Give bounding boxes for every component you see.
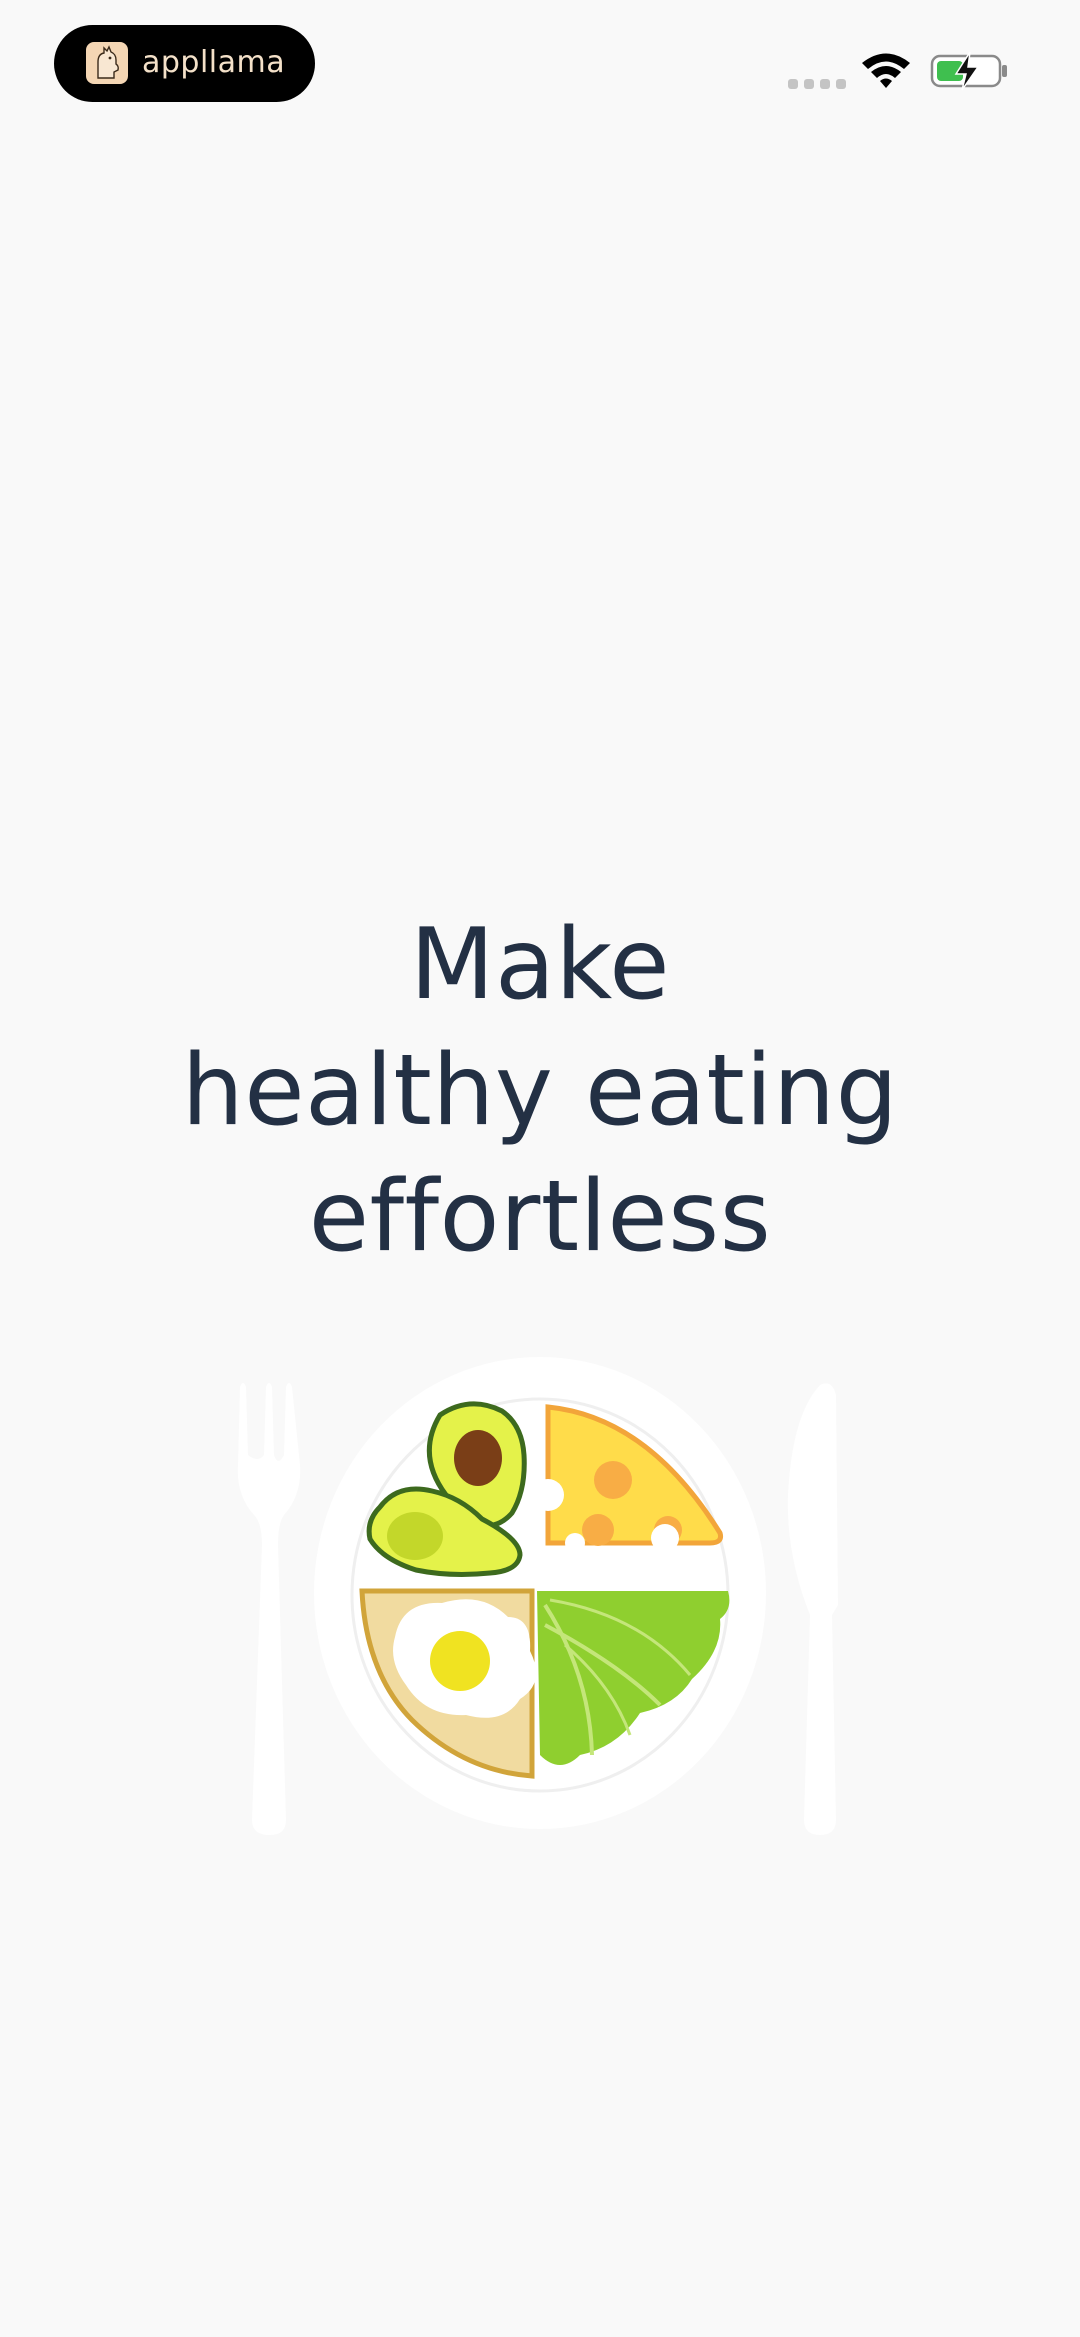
wifi-icon [862,53,910,88]
signal-dots-icon [788,79,846,89]
battery-charging-icon [930,51,1007,91]
headline-line-1: Make [409,908,671,1022]
headline-line-2: healthy eating [181,1034,899,1148]
fork-icon [237,1383,301,1835]
llama-logo-icon [86,42,128,84]
healthy-plate-illustration [237,1357,838,1835]
headline-line-3: effortless [308,1160,772,1274]
headline: Make healthy eating effortless [0,902,1080,1280]
knife-icon [787,1383,838,1835]
app-badge-label: appllama [142,45,286,80]
app-badge[interactable]: appllama [54,25,315,102]
